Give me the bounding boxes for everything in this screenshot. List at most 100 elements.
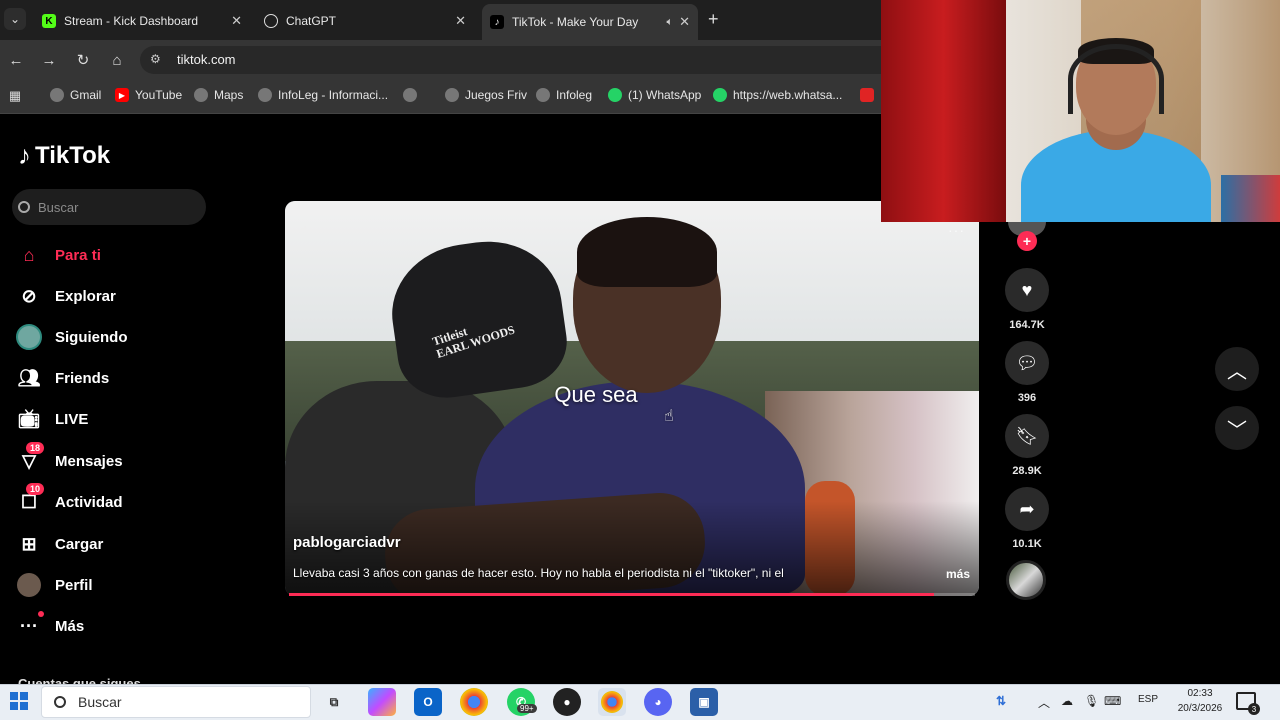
new-tab-button[interactable]: +	[708, 9, 719, 30]
bookmark-web-whatsapp[interactable]: https://web.whatsa...	[713, 88, 842, 102]
nav-mensajes[interactable]: ▽ 18 Mensajes	[16, 442, 206, 476]
search-icon	[18, 201, 30, 213]
search-input[interactable]	[38, 199, 188, 215]
close-tab-icon[interactable]: ✕	[455, 13, 466, 29]
copilot-icon[interactable]	[368, 688, 396, 716]
upload-icon: ⊞	[21, 533, 37, 554]
nav-explorar[interactable]: ⊘ Explorar	[16, 281, 206, 311]
clock-date: 20/3/2026	[1177, 703, 1223, 714]
following-avatar-icon	[16, 324, 42, 350]
windows-start-icon[interactable]	[10, 692, 28, 710]
bookmark-juegos-friv[interactable]: Juegos Friv	[445, 88, 527, 102]
tiktok-icon: ♪	[490, 15, 504, 29]
tiktok-search[interactable]	[12, 189, 206, 225]
bookmark-icon: 🔖︎	[1015, 425, 1039, 446]
more-options-icon[interactable]: ···	[948, 222, 965, 238]
back-arrow-icon[interactable]: ←	[6, 50, 26, 70]
speaker-icon[interactable]: 🔈︎	[666, 16, 673, 29]
tab-chatgpt[interactable]: ChatGPT ✕	[256, 6, 474, 36]
comment-count: 396	[1017, 392, 1037, 404]
bookmark-whatsapp[interactable]: (1) WhatsApp	[608, 88, 701, 102]
nav-friends[interactable]: 👥︎ Friends	[16, 363, 206, 393]
home-icon: ⌂	[23, 244, 35, 265]
video-hair	[577, 217, 717, 287]
nav-para-ti[interactable]: ⌂ Para ti	[16, 240, 206, 270]
chrome-profile-icon[interactable]	[598, 688, 626, 716]
nav-mas[interactable]: ··· Más	[16, 611, 206, 641]
chevron-down-icon: ﹀	[1227, 419, 1247, 442]
nav-siguiendo[interactable]: Siguiendo	[16, 322, 206, 352]
chevron-up-icon[interactable]: ︿	[1038, 694, 1050, 711]
video-description: Llevaba casi 3 años con ganas de hacer e…	[293, 566, 784, 580]
description-more-link[interactable]: más	[946, 567, 970, 581]
like-count: 164.7K	[1009, 319, 1045, 331]
bookmark-infoleg-informacion[interactable]: InfoLeg - Informaci...	[258, 88, 388, 102]
network-activity-icon[interactable]: ⇅	[996, 694, 1006, 708]
music-disc-icon[interactable]	[1006, 560, 1046, 600]
following-section-title: Cuentas que sigues	[18, 676, 141, 684]
friends-icon: 👥︎	[17, 367, 41, 388]
bookmark-youtube[interactable]: ▶ YouTube	[115, 88, 182, 102]
tab-tiktok[interactable]: ♪ TikTok - Make Your Day 🔈︎ ✕	[482, 4, 698, 40]
bookmark-gmail[interactable]: Gmail	[50, 88, 101, 102]
close-tab-icon[interactable]: ✕	[679, 14, 690, 30]
tab-search-button[interactable]: ⌄	[4, 8, 26, 30]
discord-icon[interactable]: ◕	[644, 688, 672, 716]
next-video-button[interactable]: ﹀	[1215, 406, 1259, 450]
follow-plus-button[interactable]: +	[1017, 231, 1037, 251]
headset-icon	[1068, 44, 1164, 114]
chatgpt-icon	[264, 14, 278, 28]
bookmark-maps[interactable]: Maps	[194, 88, 243, 102]
nav-live[interactable]: 📺︎ LIVE	[16, 404, 206, 434]
bookmark-red[interactable]	[860, 88, 880, 102]
tiktok-logo[interactable]: ♪ TikTok	[18, 140, 110, 171]
video-username[interactable]: pablogarciadvr	[293, 534, 401, 551]
globe-icon	[258, 88, 272, 102]
forward-arrow-icon[interactable]: →	[39, 50, 59, 70]
globe-icon	[536, 88, 550, 102]
outlook-icon[interactable]: O	[414, 688, 442, 716]
globe-icon	[403, 88, 417, 102]
webcam-curtain	[881, 0, 1006, 222]
comment-button[interactable]: 💬︎	[1005, 341, 1049, 385]
media-player-icon[interactable]: ▣	[690, 688, 718, 716]
keyboard-icon[interactable]: ⌨︎	[1104, 694, 1121, 708]
taskbar-search-input[interactable]	[78, 694, 278, 710]
chevron-up-icon: ︿	[1227, 360, 1247, 383]
share-count: 10.1K	[1012, 538, 1042, 550]
url-text[interactable]: tiktok.com	[177, 52, 236, 67]
previous-video-button[interactable]: ︿	[1215, 347, 1259, 391]
nav-actividad[interactable]: ☐ 10 Actividad	[16, 483, 206, 517]
address-bar[interactable]	[140, 46, 900, 74]
like-button[interactable]: ♥	[1005, 268, 1049, 312]
chrome-icon[interactable]	[460, 688, 488, 716]
task-view-icon[interactable]: ⧉	[320, 688, 348, 716]
language-indicator[interactable]: ESP	[1138, 694, 1158, 705]
site-settings-icon[interactable]: ⚙︎	[150, 52, 161, 66]
share-button[interactable]: ➦	[1005, 487, 1049, 531]
system-clock[interactable]: 02:33 20/3/2026	[1170, 686, 1230, 716]
globe-icon	[194, 88, 208, 102]
apps-grid-icon[interactable]: ▦	[5, 86, 25, 106]
save-button[interactable]: 🔖︎	[1005, 414, 1049, 458]
kick-icon: K	[42, 14, 56, 28]
obs-icon[interactable]: ●	[553, 688, 581, 716]
nav-cargar[interactable]: ⊞ Cargar	[16, 529, 206, 559]
taskbar-search[interactable]	[41, 686, 311, 718]
notification-count: 3	[1248, 703, 1260, 715]
heart-icon: ♥	[1021, 279, 1033, 300]
save-count: 28.9K	[1012, 465, 1042, 477]
close-tab-icon[interactable]: ✕	[231, 13, 242, 29]
home-icon[interactable]: ⌂	[107, 50, 127, 70]
bookmark-infoleg[interactable]: Infoleg	[536, 88, 592, 102]
reload-icon[interactable]: ↻	[73, 50, 93, 70]
video-progress-bar[interactable]	[289, 593, 975, 596]
cloud-off-icon[interactable]: ☁︎	[1061, 694, 1073, 708]
comment-icon: 💬︎	[1015, 352, 1039, 373]
video-caption-overlay: Que sea	[554, 382, 638, 407]
microphone-icon[interactable]: 🎙︎	[1084, 694, 1099, 708]
volume-icon[interactable]: 🔈︎	[301, 221, 309, 238]
bookmark-untitled[interactable]	[403, 88, 423, 102]
tab-kick-dashboard[interactable]: K Stream - Kick Dashboard ✕	[34, 6, 250, 36]
nav-perfil[interactable]: Perfil	[16, 570, 206, 600]
